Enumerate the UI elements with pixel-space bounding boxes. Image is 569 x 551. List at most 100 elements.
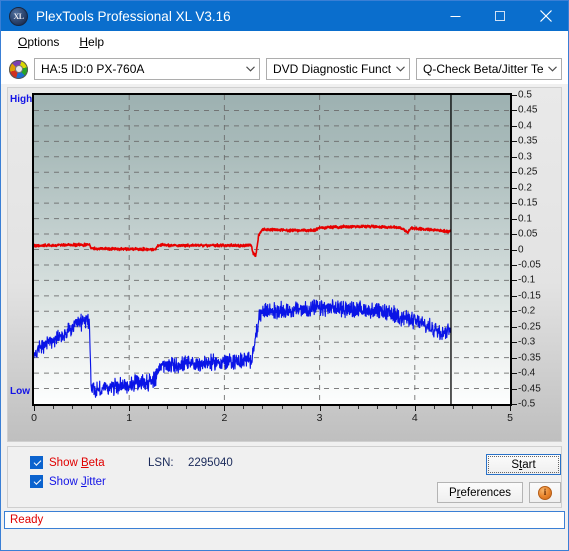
- test-select[interactable]: Q-Check Beta/Jitter Test: [416, 58, 562, 80]
- x-tick-label: 1: [126, 412, 133, 424]
- y-tick-label: -0.45: [518, 383, 541, 395]
- y-tick-label: -0.35: [518, 352, 541, 364]
- show-jitter-row[interactable]: Show Jitter: [30, 475, 106, 488]
- y-tick-label: -0.25: [518, 321, 541, 333]
- focus-ring: [488, 456, 559, 473]
- x-tick-mark: [129, 406, 131, 411]
- chart-low-label: Low: [10, 386, 30, 397]
- start-button[interactable]: Start: [486, 454, 561, 475]
- y-tick-label: 0: [518, 244, 524, 255]
- y-tick-label: 0.2: [518, 182, 532, 194]
- y-tick-label: 0.25: [518, 166, 538, 178]
- x-tick-mark: [338, 406, 340, 409]
- x-tick-label: 3: [316, 412, 323, 424]
- show-beta-label: Show Beta: [49, 456, 105, 469]
- x-tick-mark: [357, 406, 359, 409]
- x-tick-mark: [376, 406, 378, 409]
- y-tick-label: 0.45: [518, 104, 538, 116]
- drive-select[interactable]: HA:5 ID:0 PX-760A: [34, 58, 260, 80]
- lsn-label: LSN:: [148, 457, 174, 469]
- y-tick-label: 0.4: [518, 120, 532, 132]
- test-select-value: Q-Check Beta/Jitter Test: [423, 62, 543, 76]
- control-panel: Show Beta Show Jitter LSN: 2295040 Start…: [7, 446, 562, 508]
- x-tick-mark: [262, 406, 264, 409]
- show-jitter-checkbox[interactable]: [30, 475, 43, 488]
- status-text: Ready: [10, 514, 44, 526]
- x-tick-mark: [471, 406, 473, 409]
- chevron-down-icon: [241, 59, 259, 79]
- plextools-window: XL PlexTools Professional XL V3.16 Optio…: [0, 0, 569, 551]
- close-icon[interactable]: [523, 1, 568, 31]
- y-tick-mark: [512, 264, 517, 266]
- status-bar: Ready: [4, 511, 565, 529]
- chart-canvas: [34, 95, 510, 404]
- y-tick-label: -0.3: [518, 336, 536, 348]
- x-tick-mark: [34, 406, 35, 411]
- chevron-down-icon: [391, 59, 409, 79]
- y-tick-mark: [512, 187, 517, 189]
- x-tick-mark: [319, 406, 321, 411]
- x-tick-mark: [186, 406, 188, 409]
- y-tick-label: -0.5: [518, 398, 536, 410]
- x-tick-mark: [53, 406, 55, 409]
- info-icon: i: [538, 485, 552, 500]
- y-tick-label: -0.05: [518, 259, 541, 271]
- maximize-icon[interactable]: [478, 1, 523, 31]
- y-tick-mark: [512, 156, 517, 158]
- x-tick-mark: [243, 406, 245, 409]
- x-tick-mark: [452, 406, 454, 409]
- y-tick-mark: [512, 388, 517, 390]
- x-tick-mark: [205, 406, 207, 409]
- y-tick-mark: [512, 373, 517, 375]
- x-tick-mark: [414, 406, 416, 411]
- xl-logo-icon: XL: [9, 6, 28, 26]
- function-select-value: DVD Diagnostic Functions: [273, 62, 391, 76]
- x-tick-mark: [510, 406, 511, 411]
- y-tick-label: -0.1: [518, 274, 536, 286]
- show-beta-row[interactable]: Show Beta: [30, 456, 105, 469]
- menu-bar: Options Help: [1, 31, 568, 54]
- y-tick-mark: [512, 326, 517, 328]
- y-tick-mark: [512, 95, 517, 96]
- y-tick-mark: [512, 125, 517, 127]
- x-tick-mark: [91, 406, 93, 409]
- y-tick-mark: [512, 203, 517, 205]
- x-tick-mark: [224, 406, 226, 411]
- y-tick-mark: [512, 249, 517, 251]
- x-tick-mark: [148, 406, 150, 409]
- y-tick-mark: [512, 172, 517, 174]
- x-tick-label: 2: [221, 412, 228, 424]
- drive-select-value: HA:5 ID:0 PX-760A: [41, 62, 145, 76]
- preferences-button[interactable]: Preferences: [437, 482, 523, 503]
- x-tick-label: 0: [31, 412, 37, 424]
- x-tick-mark: [490, 406, 492, 409]
- info-button[interactable]: i: [529, 482, 561, 503]
- window-title: PlexTools Professional XL V3.16: [36, 8, 231, 24]
- disc-icon: [9, 59, 28, 79]
- preferences-button-label: Preferences: [448, 486, 512, 499]
- y-tick-mark: [512, 234, 517, 236]
- y-tick-label: -0.4: [518, 367, 536, 379]
- title-bar: XL PlexTools Professional XL V3.16: [1, 1, 568, 31]
- chart-high-label: High: [10, 94, 33, 105]
- menu-item-options[interactable]: Options: [9, 33, 68, 51]
- x-tick-mark: [395, 406, 397, 409]
- y-tick-label: -0.15: [518, 290, 541, 302]
- menu-item-help[interactable]: Help: [70, 33, 113, 51]
- chart-plot-area: [32, 93, 512, 406]
- y-tick-mark: [512, 311, 517, 313]
- y-tick-label: 0.15: [518, 197, 538, 209]
- y-tick-label: 0.3: [518, 151, 532, 163]
- x-tick-mark: [72, 406, 74, 409]
- x-tick-mark: [300, 406, 302, 409]
- minimize-icon[interactable]: [433, 1, 478, 31]
- y-tick-mark: [512, 280, 517, 282]
- y-tick-label: 0.1: [518, 213, 532, 225]
- x-tick-mark: [110, 406, 112, 409]
- x-tick-mark: [433, 406, 435, 409]
- function-select[interactable]: DVD Diagnostic Functions: [266, 58, 410, 80]
- y-tick-mark: [512, 110, 517, 112]
- show-beta-checkbox[interactable]: [30, 456, 43, 469]
- y-tick-mark: [512, 295, 517, 297]
- lsn-value: 2295040: [188, 457, 233, 469]
